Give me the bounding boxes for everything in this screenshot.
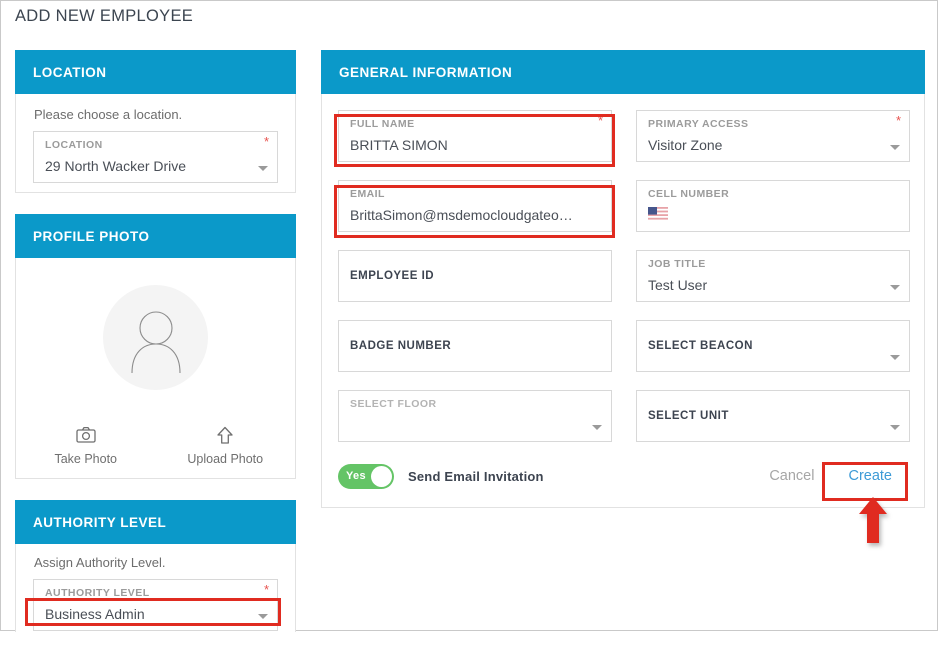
employee-id-input[interactable]: EMPLOYEE ID [338, 250, 612, 302]
required-asterisk-icon: * [895, 113, 901, 128]
cell-number-value [648, 206, 899, 226]
profile-photo-panel: PROFILE PHOTO Take Photo Upload Photo [15, 214, 296, 479]
general-information-panel-header: GENERAL INFORMATION [321, 50, 925, 94]
primary-access-value: Visitor Zone [648, 137, 723, 153]
select-floor-label: SELECT FLOOR [350, 398, 437, 410]
form-actions-row: Yes Send Email Invitation Cancel Create [338, 459, 908, 493]
toggle-knob [371, 465, 392, 487]
select-unit-label: SELECT UNIT [648, 409, 729, 422]
primary-access-label: PRIMARY ACCESS [648, 118, 749, 130]
cancel-button[interactable]: Cancel [757, 464, 826, 488]
email-label: EMAIL [350, 188, 385, 200]
authority-level-select-label: AUTHORITY LEVEL [45, 587, 150, 599]
chevron-down-icon[interactable] [890, 285, 900, 290]
select-beacon-label: SELECT BEACON [648, 339, 753, 352]
select-beacon-select[interactable]: SELECT BEACON [636, 320, 910, 372]
profile-photo-panel-header: PROFILE PHOTO [15, 214, 296, 258]
location-select-value: 29 North Wacker Drive [45, 158, 187, 174]
required-asterisk-icon: * [263, 134, 269, 149]
email-value: BrittaSimon@msdemocloudgateo… [350, 207, 573, 223]
primary-access-select[interactable]: PRIMARY ACCESS Visitor Zone * [636, 110, 910, 162]
toggle-state-text: Yes [346, 470, 366, 482]
location-helper-text: Please choose a location. [34, 107, 183, 122]
upload-photo-label: Upload Photo [187, 452, 264, 466]
job-title-value: Test User [648, 277, 708, 293]
chevron-down-icon[interactable] [890, 425, 900, 430]
take-photo-button[interactable]: Take Photo [16, 426, 156, 466]
location-panel: LOCATION Please choose a location. LOCAT… [15, 50, 296, 193]
full-name-label: FULL NAME [350, 118, 415, 130]
job-title-select[interactable]: JOB TITLE Test User [636, 250, 910, 302]
user-avatar-icon [103, 285, 208, 390]
full-name-value: BRITTA SIMON [350, 137, 448, 153]
required-asterisk-icon: * [597, 113, 603, 128]
chevron-down-icon[interactable] [592, 425, 602, 430]
select-unit-select[interactable]: SELECT UNIT [636, 390, 910, 442]
avatar [16, 285, 295, 390]
location-select-label: LOCATION [45, 139, 103, 151]
full-name-input[interactable]: FULL NAME BRITTA SIMON * [338, 110, 612, 162]
chevron-down-icon[interactable] [258, 166, 268, 171]
chevron-down-icon[interactable] [258, 614, 268, 619]
authority-level-panel-header: AUTHORITY LEVEL [15, 500, 296, 544]
general-information-panel: GENERAL INFORMATION FULL NAME BRITTA SIM… [321, 50, 925, 508]
badge-number-label: BADGE NUMBER [350, 339, 452, 352]
email-input[interactable]: EMAIL BrittaSimon@msdemocloudgateo… [338, 180, 612, 232]
page-title: ADD NEW EMPLOYEE [15, 7, 194, 25]
authority-level-select[interactable]: AUTHORITY LEVEL Business Admin * [33, 579, 278, 631]
up-arrow-annotation-icon [858, 497, 888, 543]
select-floor-select[interactable]: SELECT FLOOR [338, 390, 612, 442]
upload-arrow-icon [156, 426, 296, 448]
authority-level-panel: AUTHORITY LEVEL Assign Authority Level. … [15, 500, 296, 632]
send-email-invitation-label: Send Email Invitation [408, 468, 544, 484]
upload-photo-button[interactable]: Upload Photo [156, 426, 296, 466]
send-email-invitation-toggle[interactable]: Yes [338, 463, 394, 489]
required-asterisk-icon: * [263, 582, 269, 597]
employee-id-label: EMPLOYEE ID [350, 269, 435, 282]
chevron-down-icon[interactable] [890, 355, 900, 360]
general-information-form: FULL NAME BRITTA SIMON * PRIMARY ACCESS … [338, 110, 910, 442]
us-flag-icon [648, 207, 668, 221]
take-photo-label: Take Photo [54, 452, 118, 466]
authority-helper-text: Assign Authority Level. [34, 555, 166, 570]
location-panel-header: LOCATION [15, 50, 296, 94]
chevron-down-icon[interactable] [890, 145, 900, 150]
page-frame: ADD NEW EMPLOYEE LOCATION Please choose … [0, 0, 938, 632]
job-title-label: JOB TITLE [648, 258, 706, 270]
cell-number-input[interactable]: CELL NUMBER [636, 180, 910, 232]
badge-number-input[interactable]: BADGE NUMBER [338, 320, 612, 372]
location-select[interactable]: LOCATION 29 North Wacker Drive * [33, 131, 278, 183]
cell-number-label: CELL NUMBER [648, 188, 730, 200]
camera-icon [16, 426, 156, 448]
authority-level-select-value: Business Admin [45, 606, 145, 622]
create-button[interactable]: Create [832, 464, 908, 488]
